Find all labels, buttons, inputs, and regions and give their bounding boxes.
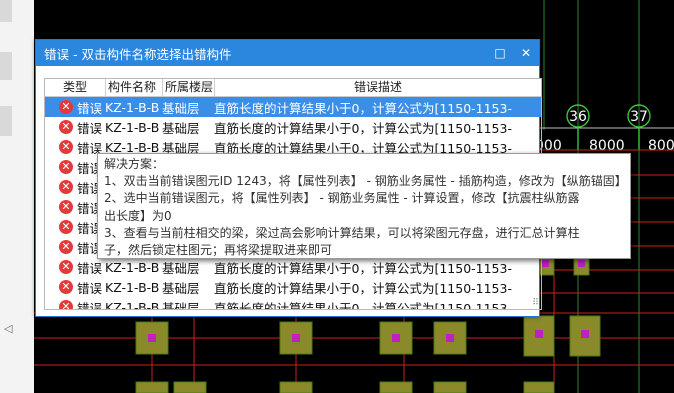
error-icon: ✕ — [59, 200, 73, 214]
axis-label: 37 — [630, 109, 648, 125]
close-icon[interactable]: ✕ — [513, 46, 539, 60]
error-icon: ✕ — [59, 100, 73, 114]
error-icon: ✕ — [59, 160, 73, 174]
error-description: 直筋长度的计算结果小于0，计算公式为[1150-1153- — [214, 260, 512, 276]
tooltip-line: 子，然后锁定柱图元；再将梁提取进来即可 — [104, 243, 333, 258]
dimension-label: 800 — [648, 138, 674, 154]
tooltip-heading: 解决方案： — [104, 157, 165, 171]
error-type: 错误 — [77, 120, 103, 136]
table-row[interactable]: ✕ 错误 KZ-1-B-B 基础层 直筋长度的计算结果小于0，计算公式为[1150-11… — [45, 277, 541, 297]
floor-name: 基础层 — [162, 100, 200, 116]
resize-grip-icon[interactable]: ⠿ — [532, 298, 539, 308]
tooltip-line: 出长度】为0 — [104, 208, 172, 223]
error-icon: ✕ — [59, 120, 73, 134]
error-icon: ✕ — [59, 280, 73, 294]
error-icon: ✕ — [59, 220, 73, 234]
maximize-icon[interactable]: □ — [487, 46, 513, 60]
floor-name: 基础层 — [162, 280, 200, 296]
column-header-type[interactable]: 类型 — [45, 79, 106, 96]
error-description: 直筋长度的计算结果小于0，计算公式为[1150-1153- — [214, 120, 512, 136]
table-row[interactable]: ✕ 错误 KZ-1-B-B 基础层 直筋长度的计算结果小于0，计算公式为[1150-11… — [45, 117, 541, 137]
table-row[interactable]: ✕ 错误 KZ-1-B-B 基础层 直筋长度的计算结果小于0，计算公式为[1150-11… — [45, 257, 541, 277]
floor-name: 基础层 — [162, 300, 200, 310]
error-type: 错误 — [77, 100, 103, 116]
error-description: 直筋长度的计算结果小于0，计算公式为[1150-1153- — [214, 300, 512, 310]
dialog-title-bar[interactable]: 错误 - 双击构件名称选择出错构件 □ ✕ — [36, 40, 539, 66]
column-header-name[interactable]: 构件名称 — [106, 79, 163, 96]
component-name[interactable]: KZ-1-B-B — [105, 260, 162, 275]
error-icon: ✕ — [59, 300, 73, 309]
error-icon: ✕ — [59, 260, 73, 274]
left-panel-scroll-segment[interactable] — [0, 0, 12, 22]
left-panel: ◁ — [0, 0, 34, 393]
floor-name: 基础层 — [162, 120, 200, 136]
table-header: 类型 构件名称 所属楼层 错误描述 — [45, 79, 541, 97]
tooltip-line: 2、选中当前错误图元，将【属性列表】 - 钢筋业务属性 - 计算设置，修改【抗震… — [104, 191, 580, 206]
left-panel-scroll-segment[interactable] — [0, 52, 12, 80]
dimension-label: 8000 — [589, 138, 625, 154]
component-name[interactable]: KZ-1-B-B — [105, 280, 162, 295]
solution-tooltip: 解决方案： 1、双击当前错误图元ID 1243，将【属性列表】 - 钢筋业务属性 … — [97, 153, 631, 259]
error-description: 直筋长度的计算结果小于0，计算公式为[1150-1153- — [214, 280, 512, 296]
collapse-arrow-icon[interactable]: ◁ — [4, 322, 12, 335]
error-type: 错误 — [77, 260, 103, 276]
component-name[interactable]: KZ-1-B-B — [105, 300, 162, 310]
error-type: 错误 — [77, 300, 103, 310]
error-description: 直筋长度的计算结果小于0，计算公式为[1150-1153- — [214, 100, 512, 116]
error-icon: ✕ — [59, 180, 73, 194]
tooltip-line: 1、双击当前错误图元ID 1243，将【属性列表】 - 钢筋业务属性 - 插筋构… — [104, 174, 627, 189]
axis-label: 36 — [569, 109, 587, 125]
dialog-title: 错误 - 双击构件名称选择出错构件 — [44, 46, 232, 62]
left-panel-scroll-segment[interactable] — [0, 106, 12, 136]
error-icon: ✕ — [59, 240, 73, 254]
component-name[interactable]: KZ-1-B-B — [105, 100, 162, 115]
table-row[interactable]: ✕ 错误 KZ-1-B-B 基础层 直筋长度的计算结果小于0，计算公式为[1150-11… — [45, 297, 541, 310]
error-icon: ✕ — [59, 140, 73, 154]
error-type: 错误 — [77, 280, 103, 296]
component-name[interactable]: KZ-1-B-B — [105, 120, 162, 135]
column-header-desc[interactable]: 错误描述 — [215, 79, 541, 96]
tooltip-line: 3、查看与当前柱相交的梁，梁过高会影响计算结果，可以将梁图元存盘，进行汇总计算柱 — [104, 225, 580, 240]
floor-name: 基础层 — [162, 260, 200, 276]
table-row[interactable]: ✕ 错误 KZ-1-B-B 基础层 直筋长度的计算结果小于0，计算公式为[1150-11… — [45, 97, 541, 117]
column-header-floor[interactable]: 所属楼层 — [163, 79, 215, 96]
